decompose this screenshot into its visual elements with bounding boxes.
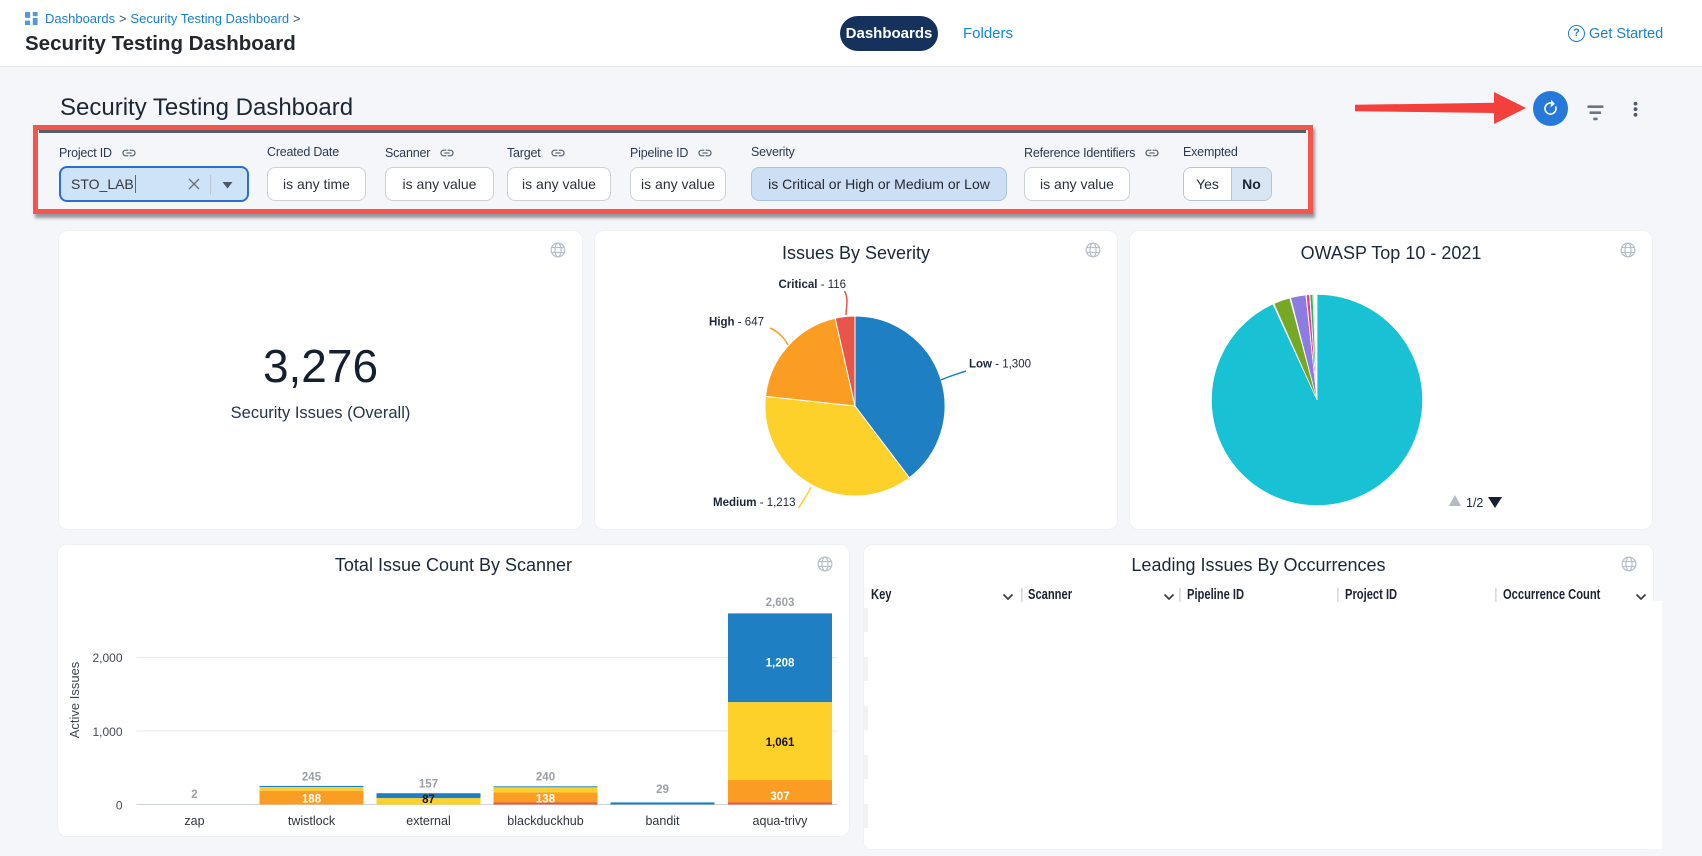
svg-text:2,603: 2,603: [766, 597, 795, 609]
svg-text:2: 2: [191, 789, 197, 801]
svg-text:bandit: bandit: [645, 814, 680, 828]
svg-text:245: 245: [302, 772, 322, 784]
svg-text:157: 157: [419, 779, 438, 791]
svg-text:1,000: 1,000: [92, 725, 122, 739]
svg-text:High - 647: High - 647: [709, 317, 764, 329]
svg-text:188: 188: [302, 794, 322, 806]
svg-text:2,000: 2,000: [92, 651, 122, 665]
svg-text:Critical - 116: Critical - 116: [779, 279, 847, 291]
svg-text:twistlock: twistlock: [288, 814, 336, 828]
svg-text:138: 138: [536, 794, 556, 806]
svg-text:240: 240: [536, 772, 555, 784]
svg-text:29: 29: [656, 784, 669, 796]
svg-text:zap: zap: [184, 814, 204, 828]
svg-text:Active Issues: Active Issues: [67, 661, 82, 738]
svg-text:1/2: 1/2: [1466, 496, 1483, 510]
svg-text:Medium - 1,213: Medium - 1,213: [713, 497, 795, 509]
svg-text:Low - 1,300: Low - 1,300: [969, 359, 1031, 371]
svg-text:0: 0: [116, 799, 123, 813]
svg-text:blackduckhub: blackduckhub: [507, 814, 583, 828]
svg-text:1,061: 1,061: [766, 737, 795, 749]
svg-text:external: external: [406, 814, 450, 828]
svg-text:87: 87: [422, 794, 435, 806]
svg-text:aqua-trivy: aqua-trivy: [753, 814, 809, 828]
svg-text:307: 307: [770, 791, 789, 803]
svg-text:1,208: 1,208: [766, 658, 795, 670]
